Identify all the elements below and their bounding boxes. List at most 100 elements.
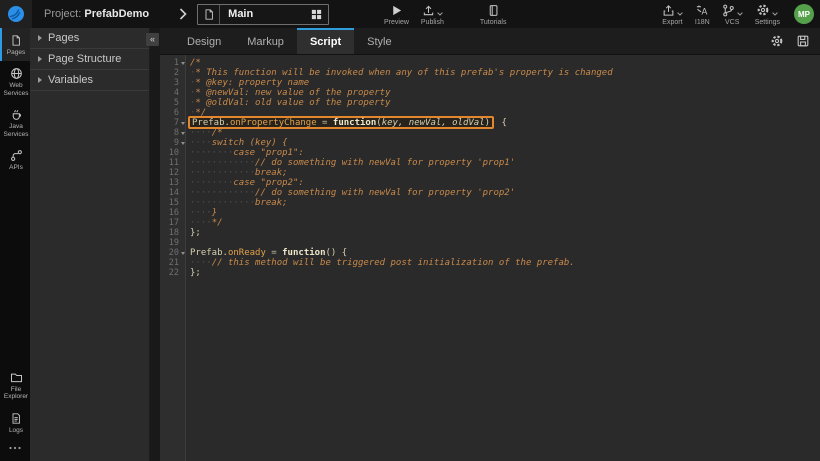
code-line[interactable]: 16····}: [160, 208, 820, 218]
code-line-text: [186, 238, 190, 248]
code-line[interactable]: 13········case "prop2":: [160, 178, 820, 188]
code-token: break;: [255, 168, 288, 178]
code-line[interactable]: 12············break;: [160, 168, 820, 178]
line-number: 10: [169, 148, 179, 158]
sidebar-item-java-services[interactable]: Java Services: [0, 102, 30, 143]
code-line[interactable]: 5·* @oldVal: old value of the property: [160, 98, 820, 108]
code-line[interactable]: 14············// do something with newVa…: [160, 188, 820, 198]
gutter-cell: 7: [160, 118, 186, 128]
code-line[interactable]: 1/*: [160, 58, 820, 68]
sidebar-item-label: Web Services: [2, 82, 30, 97]
app-logo[interactable]: [0, 0, 32, 28]
code-lines: 1/*2·* This function will be invoked whe…: [160, 58, 820, 278]
sidebar-item-file-explorer[interactable]: File Explorer: [0, 365, 30, 406]
code-line[interactable]: 21····// this method will be triggered p…: [160, 258, 820, 268]
code-line[interactable]: 9····switch (key) {: [160, 138, 820, 148]
code-line[interactable]: 17····*/: [160, 218, 820, 228]
script-code-editor[interactable]: 1/*2·* This function will be invoked whe…: [160, 55, 820, 461]
code-token: ): [485, 118, 490, 128]
gutter-cell: 14: [160, 188, 186, 198]
project-label: Project:: [44, 8, 81, 20]
toolbar-i18n-button[interactable]: AI18N: [695, 3, 710, 26]
main-column: DesignMarkupScriptStyle 1/*2·* This func…: [160, 28, 820, 461]
fold-marker-icon[interactable]: [181, 142, 185, 145]
code-token: =: [317, 118, 333, 128]
toolbar-export-button[interactable]: Export: [662, 3, 683, 26]
sidebar-item-apis[interactable]: APIs: [0, 143, 30, 176]
code-token: ····: [190, 208, 212, 218]
tab-design[interactable]: Design: [174, 28, 234, 54]
panel-section-variables[interactable]: Variables: [30, 70, 149, 91]
panel-section-page-structure[interactable]: Page Structure: [30, 49, 149, 70]
sidebar-item-label: Pages: [2, 49, 30, 56]
fold-cell: [179, 122, 186, 125]
code-line[interactable]: 15············break;: [160, 198, 820, 208]
wavemaker-logo-icon: [7, 5, 25, 23]
sidebar-item-label: APIs: [2, 164, 30, 171]
panel-section-pages[interactable]: Pages: [30, 28, 149, 49]
code-line[interactable]: 4·* @newVal: new value of the property: [160, 88, 820, 98]
code-line[interactable]: 7Prefab.onPropertyChange = function(key,…: [160, 118, 820, 128]
gutter-cell: 8: [160, 128, 186, 138]
fold-marker-icon[interactable]: [181, 122, 185, 125]
active-page-selector[interactable]: Main: [197, 4, 329, 25]
panel-section-label: Variables: [48, 74, 93, 86]
triangle-right-icon: [38, 56, 42, 62]
highlighted-code-box: Prefab.onPropertyChange = function(key, …: [188, 116, 494, 129]
gutter-cell: 5: [160, 98, 186, 108]
sidebar-item-pages[interactable]: Pages: [0, 28, 30, 61]
code-line[interactable]: 2·* This function will be invoked when a…: [160, 68, 820, 78]
toolbar-settings-button[interactable]: Settings: [755, 3, 780, 26]
code-line[interactable]: 8····/*: [160, 128, 820, 138]
page-grid-icon[interactable]: [310, 8, 323, 21]
code-line-text: ·* @newVal: new value of the property: [186, 88, 391, 98]
code-line-text: };: [186, 268, 201, 278]
save-button[interactable]: [796, 34, 810, 48]
sidebar-more-button[interactable]: [0, 439, 30, 461]
code-line[interactable]: 3·* @key: property name: [160, 78, 820, 88]
code-token: // do something with newVal for property…: [255, 188, 515, 198]
user-avatar[interactable]: MP: [794, 4, 814, 24]
toolbar-vcs-button[interactable]: VCS: [722, 3, 743, 26]
gutter-cell: 11: [160, 158, 186, 168]
toolbar-iconrow: [390, 3, 403, 17]
code-token: key, newVal, oldVal: [382, 118, 485, 128]
code-line-text: Prefab.onReady = function() {: [186, 248, 347, 258]
code-line[interactable]: 22};: [160, 268, 820, 278]
code-line[interactable]: 10········case "prop1":: [160, 148, 820, 158]
export-icon: [662, 4, 675, 17]
panel-collapse-button[interactable]: «: [146, 33, 159, 46]
gear-button[interactable]: [770, 34, 784, 48]
tab-style[interactable]: Style: [354, 28, 404, 54]
tab-markup[interactable]: Markup: [234, 28, 297, 54]
code-line-text: ············break;: [186, 198, 288, 208]
sidebar-item-logs[interactable]: Logs: [0, 406, 30, 439]
code-line[interactable]: 20Prefab.onReady = function() {: [160, 248, 820, 258]
toolbar-preview-button[interactable]: Preview: [384, 3, 409, 26]
line-number: 14: [169, 188, 179, 198]
code-line[interactable]: 19: [160, 238, 820, 248]
sidebar-item-web-services[interactable]: Web Services: [0, 61, 30, 102]
code-line[interactable]: 18};: [160, 228, 820, 238]
branch-icon-wrap: [722, 3, 735, 17]
gutter-cell: 21: [160, 258, 186, 268]
toolbar-iconrow: [756, 3, 778, 17]
line-number: 17: [169, 218, 179, 228]
panel-section-label: Pages: [48, 32, 79, 44]
folder-icon: [10, 371, 23, 384]
toolbar-publish-button[interactable]: Publish: [421, 3, 444, 26]
tab-script[interactable]: Script: [297, 28, 354, 54]
gutter-cell: 4: [160, 88, 186, 98]
fold-marker-icon[interactable]: [181, 62, 185, 65]
fold-marker-icon[interactable]: [181, 252, 185, 255]
gutter-cell: 6: [160, 108, 186, 118]
toolbar-label: Settings: [755, 19, 780, 26]
line-number: 11: [169, 158, 179, 168]
gutter-cell: 22: [160, 268, 186, 278]
page-icon: [203, 8, 215, 21]
fold-marker-icon[interactable]: [181, 132, 185, 135]
toolbar-tutorials-button[interactable]: Tutorials: [480, 3, 507, 26]
code-line[interactable]: 11············// do something with newVa…: [160, 158, 820, 168]
project-name: PrefabDemo: [84, 8, 149, 20]
code-line-text: ············break;: [186, 168, 288, 178]
